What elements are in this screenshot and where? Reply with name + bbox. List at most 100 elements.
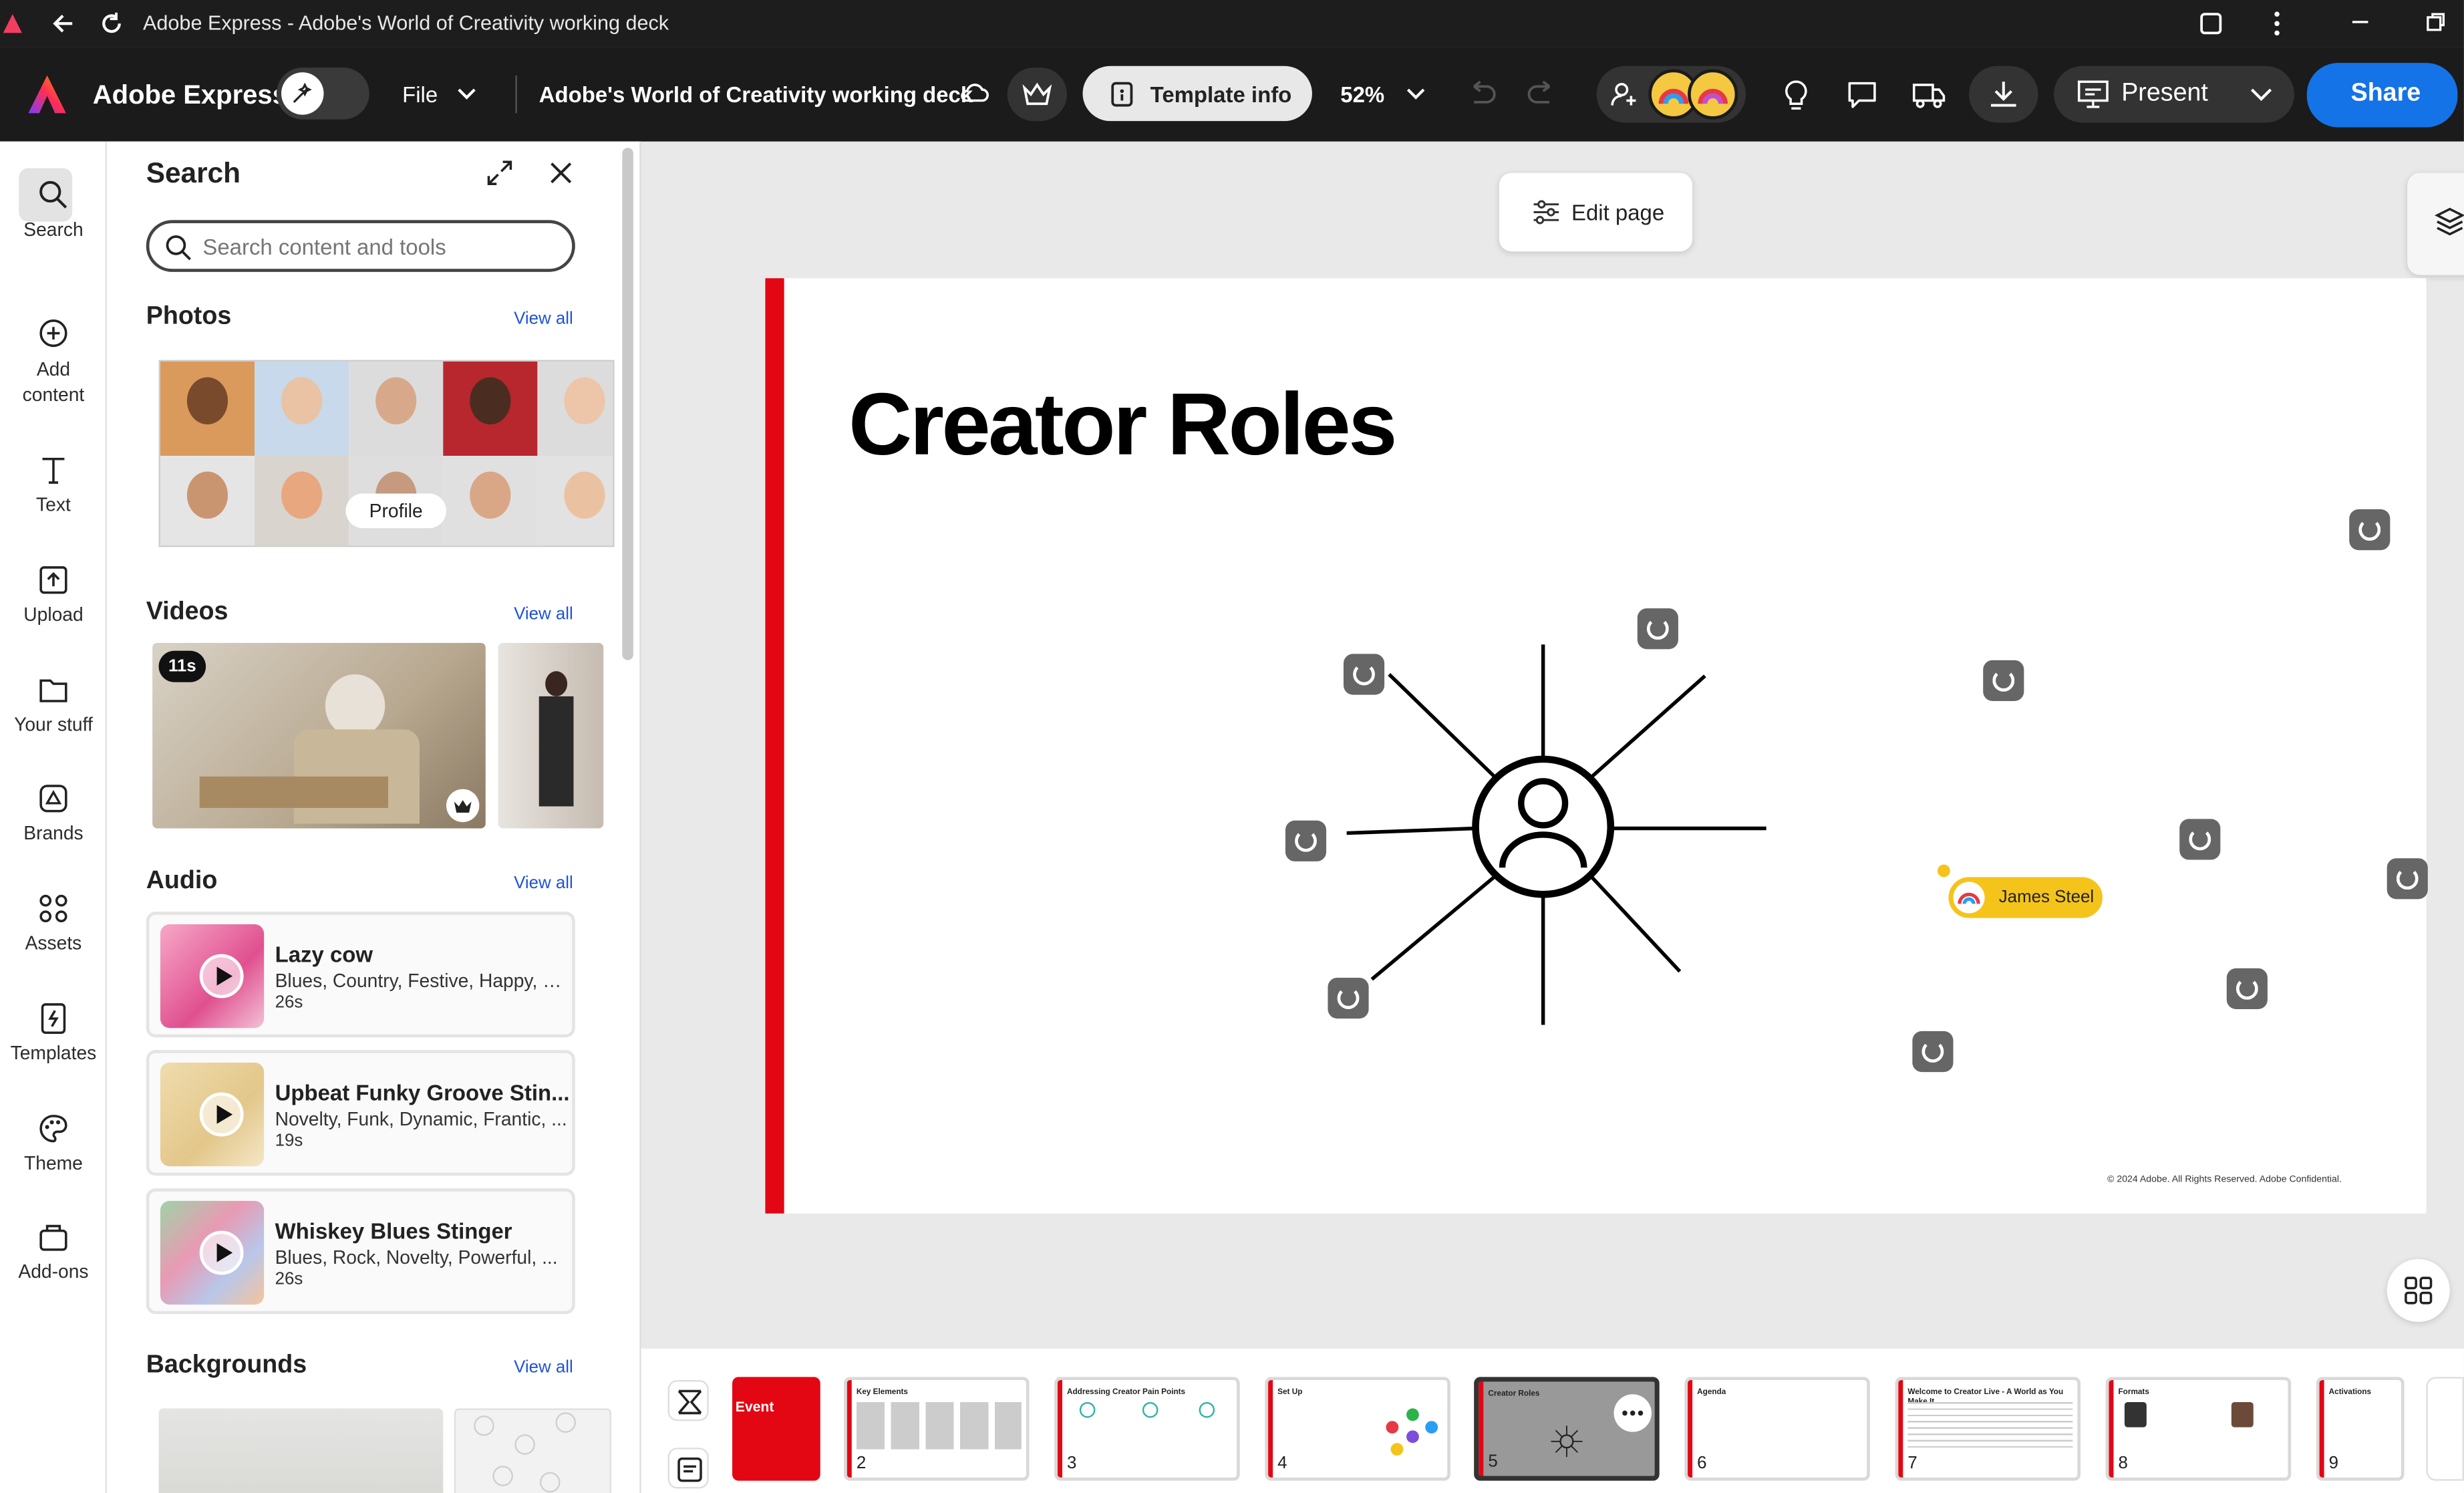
edit-page-button[interactable]: Edit page <box>1499 172 1693 252</box>
template-info-button[interactable]: Template info <box>1082 65 1312 122</box>
audio-item[interactable]: Whiskey Blues Stinger Blues, Rock, Novel… <box>146 1188 575 1315</box>
loading-spinner-icon <box>1637 608 1678 650</box>
rail-item-theme[interactable]: Theme <box>0 1111 107 1174</box>
page-thumbnail-selected[interactable]: Creator Roles 5 <box>1474 1377 1660 1481</box>
collaborators-group[interactable] <box>1596 65 1746 123</box>
background-thumbnail[interactable] <box>158 1408 444 1493</box>
photos-view-all-link[interactable]: View all <box>514 309 573 328</box>
edit-page-label: Edit page <box>1571 199 1665 225</box>
rail-item-add-ons[interactable]: Add-ons <box>0 1220 107 1282</box>
page-thumbnail[interactable]: Agenda 6 <box>1684 1377 1870 1481</box>
window-titlebar: Adobe Express - Adobe's World of Creativ… <box>0 0 2464 47</box>
share-button[interactable]: Share <box>2306 63 2458 128</box>
rail-label: Upload <box>23 603 84 626</box>
videos-view-all-link[interactable]: View all <box>514 605 573 624</box>
download-button[interactable] <box>1969 65 2038 123</box>
notes-button[interactable] <box>667 1448 709 1489</box>
video-thumbnail[interactable]: 11s <box>152 642 486 829</box>
backgrounds-view-all-link[interactable]: View all <box>514 1358 573 1377</box>
download-icon <box>1990 82 2016 107</box>
rail-item-templates[interactable]: Templates <box>0 1001 107 1064</box>
collaborator-avatar <box>1688 69 1738 120</box>
photos-grid[interactable]: Profile <box>158 360 615 547</box>
rail-label: Search <box>23 218 84 241</box>
lightbulb-icon[interactable] <box>1779 77 1813 112</box>
creator-hub-illustration[interactable] <box>1346 635 1834 1036</box>
photo-thumbnail[interactable] <box>443 361 538 456</box>
photo-thumbnail[interactable] <box>349 361 444 456</box>
search-field-icon <box>166 235 191 261</box>
present-button[interactable]: Present <box>2054 65 2294 123</box>
comment-icon[interactable] <box>1845 77 1879 112</box>
add-page-button[interactable] <box>2426 1377 2464 1481</box>
play-button[interactable] <box>199 954 244 998</box>
page-thumbnail[interactable]: Activations 9 <box>2316 1377 2405 1481</box>
layers-panel-button[interactable] <box>2407 172 2464 275</box>
slide-footer: © 2024 Adobe. All Rights Reserved. Adobe… <box>2107 1176 2342 1186</box>
rail-label: Assets <box>25 932 82 954</box>
play-button[interactable] <box>199 1230 244 1275</box>
page-thumbnail[interactable]: Key Elements 2 <box>844 1377 1030 1481</box>
extensions-icon[interactable] <box>2197 9 2225 37</box>
reload-icon[interactable] <box>99 11 124 36</box>
audio-view-all-link[interactable]: View all <box>514 874 573 893</box>
photo-thumbnail[interactable] <box>443 456 538 546</box>
grid-icon <box>2405 1276 2433 1305</box>
search-input[interactable] <box>202 229 557 265</box>
panel-scrollbar[interactable] <box>622 148 633 660</box>
redo-icon[interactable] <box>1524 79 1559 110</box>
premium-crown-button[interactable] <box>1007 67 1068 122</box>
restore-icon[interactable] <box>2423 9 2449 35</box>
photo-thumbnail[interactable] <box>160 361 255 456</box>
page-thumbnail[interactable]: Addressing Creator Pain Points 3 <box>1054 1377 1240 1481</box>
slide-title[interactable]: Creator Roles <box>849 372 1397 474</box>
file-menu[interactable]: File <box>402 82 438 107</box>
audio-item[interactable]: Upbeat Funky Groove Stin... Novelty, Fun… <box>146 1050 575 1176</box>
loading-spinner-icon <box>2179 819 2221 860</box>
photo-thumbnail[interactable] <box>537 456 613 546</box>
back-arrow-icon[interactable] <box>50 11 75 36</box>
rail-item-search[interactable]: Search <box>0 178 107 241</box>
more-vertical-icon[interactable] <box>2263 9 2291 37</box>
rail-item-your-stuff[interactable]: Your stuff <box>0 673 107 736</box>
photo-thumbnail[interactable] <box>537 361 613 456</box>
slide-canvas[interactable]: Creator Roles James Steel © 2024 Adobe. … <box>765 278 2428 1214</box>
photo-thumbnail[interactable] <box>160 456 255 546</box>
schedule-delivery-icon[interactable] <box>1911 77 1948 112</box>
page-thumbnail[interactable]: Event <box>732 1377 820 1481</box>
photo-thumbnail[interactable] <box>255 456 349 546</box>
cloud-saved-icon[interactable] <box>959 80 990 106</box>
thumb-title: Event <box>735 1399 774 1415</box>
minimize-icon[interactable] <box>2348 9 2373 35</box>
adobe-express-logo[interactable] <box>25 72 69 116</box>
audio-item[interactable]: Lazy cow Blues, Country, Festive, Happy,… <box>146 912 575 1038</box>
thumb-number: 3 <box>1067 1454 1077 1473</box>
undo-icon[interactable] <box>1465 79 1499 110</box>
rail-item-add-content[interactable]: Add content <box>0 316 107 407</box>
page-thumbnail[interactable]: Set Up 4 <box>1265 1377 1450 1481</box>
loading-spinner-icon <box>1328 977 1369 1019</box>
page-thumbnail[interactable]: Formats 8 <box>2105 1377 2292 1481</box>
zoom-level[interactable]: 52% <box>1340 82 1384 107</box>
rail-item-upload[interactable]: Upload <box>0 563 107 626</box>
rail-item-assets[interactable]: Assets <box>0 892 107 954</box>
rail-item-text[interactable]: Text <box>0 452 107 515</box>
premium-toggle[interactable] <box>276 67 369 120</box>
zoom-chevron-down-icon[interactable] <box>1405 85 1427 104</box>
document-title[interactable]: Adobe's World of Creativity working deck <box>539 82 973 107</box>
rail-label: Your stuff <box>14 713 93 736</box>
rail-item-brands[interactable]: Brands <box>0 781 107 844</box>
thumb-title: Creator Roles <box>1488 1389 1540 1399</box>
page-thumbnail[interactable]: Welcome to Creator Live - A World as You… <box>1895 1377 2081 1481</box>
thumb-number: 7 <box>1907 1454 1917 1473</box>
photo-thumbnail[interactable] <box>255 361 349 456</box>
video-thumbnail[interactable] <box>498 642 604 829</box>
chevron-down-icon[interactable] <box>456 85 478 104</box>
expand-icon[interactable] <box>484 157 515 188</box>
close-icon[interactable] <box>545 157 577 188</box>
transitions-button[interactable] <box>667 1380 709 1421</box>
grid-view-button[interactable] <box>2386 1258 2450 1323</box>
background-thumbnail[interactable] <box>454 1408 611 1493</box>
thumbnail-more-button[interactable] <box>1613 1394 1652 1432</box>
play-button[interactable] <box>199 1092 244 1137</box>
